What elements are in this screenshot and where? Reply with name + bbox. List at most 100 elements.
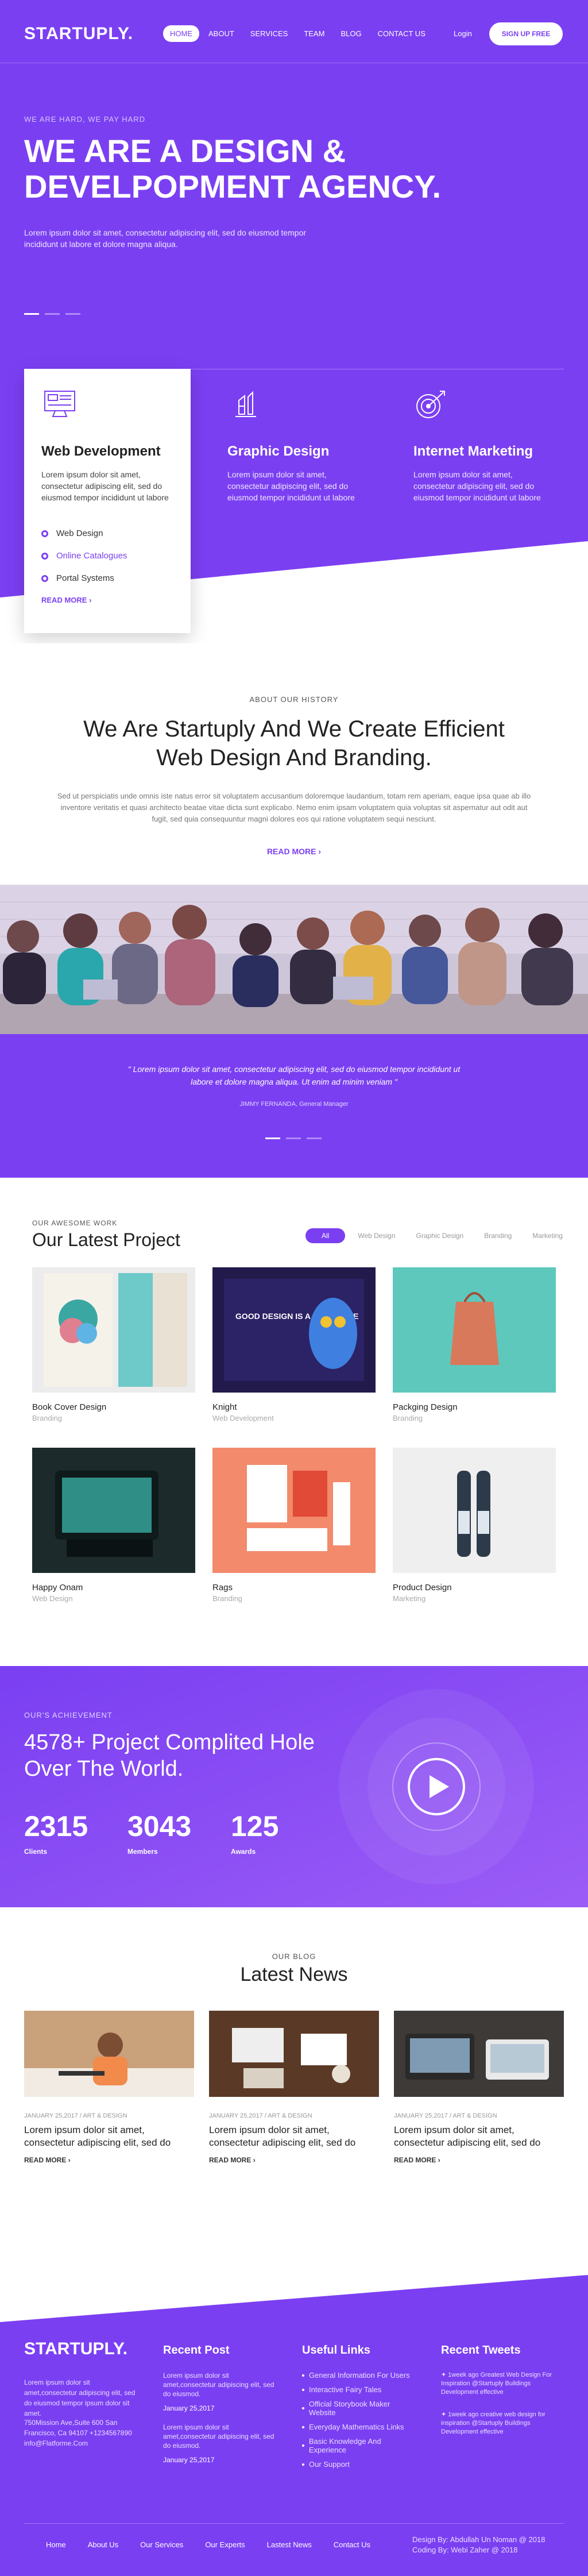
hero-section: STARTUPLY. HOME ABOUT SERVICES TEAM BLOG… <box>0 0 588 643</box>
project-image <box>393 1267 556 1393</box>
nav-contact[interactable]: CONTACT US <box>371 25 432 42</box>
footer-nav-about[interactable]: About Us <box>88 2540 118 2549</box>
filter-web-design[interactable]: Web Design <box>350 1228 403 1243</box>
post-meta: JANUARY 25,2017 / ART & DESIGN <box>209 2112 312 2119</box>
footer: STARTUPLY. Lorem ipsum dolor sit amet,co… <box>0 2275 588 2576</box>
filter-all[interactable]: All <box>305 1228 346 1243</box>
testimonial-dots <box>265 1137 322 1139</box>
slider-dot[interactable] <box>65 313 80 315</box>
footer-link[interactable]: Official Storybook Maker Website <box>302 2400 417 2417</box>
recent-post-text[interactable]: Lorem ipsum dolor sit amet,consectetur a… <box>163 2371 278 2398</box>
footer-divider <box>24 2523 564 2524</box>
footer-nav-services[interactable]: Our Services <box>140 2540 183 2549</box>
footer-nav-contact[interactable]: Contact Us <box>334 2540 370 2549</box>
footer-link[interactable]: Everyday Mathematics Links <box>302 2423 417 2431</box>
signup-button[interactable]: SIGN UP FREE <box>489 22 563 45</box>
project-card[interactable]: Packging Design Branding <box>393 1267 556 1422</box>
about-section: ABOUT OUR HISTORY We Are Startuply And W… <box>0 643 588 885</box>
about-title: We Are Startuply And We Create Efficient… <box>83 716 505 770</box>
filter-branding[interactable]: Branding <box>476 1228 520 1243</box>
nav-services[interactable]: SERVICES <box>243 25 295 42</box>
recent-post-text[interactable]: Lorem ipsum dolor sit amet,consectetur a… <box>163 2423 278 2450</box>
project-title: Book Cover Design <box>32 1402 107 1412</box>
post-read-more[interactable]: READ MORE › <box>394 2156 564 2164</box>
projects-title: Our Latest Project <box>32 1229 180 1250</box>
project-card[interactable]: Product Design Marketing <box>393 1448 556 1603</box>
footer-link[interactable]: Basic Knowledge And Experience <box>302 2437 417 2454</box>
blog-post[interactable]: JANUARY 25,2017 / ART & DESIGN Lorem ips… <box>209 2011 379 2164</box>
footer-recent-tweets: Recent Tweets ✦ 1week ago Greatest Web D… <box>441 2344 562 2450</box>
play-video-icon[interactable] <box>390 1741 482 1833</box>
project-tag: Branding <box>393 1414 423 1422</box>
about-read-more[interactable]: READ MORE › <box>0 847 588 856</box>
footer-nav-experts[interactable]: Our Experts <box>205 2540 245 2549</box>
footer-nav-home[interactable]: Home <box>46 2540 66 2549</box>
logo[interactable]: STARTUPLY. <box>24 24 133 44</box>
footer-link[interactable]: Our Support <box>302 2460 417 2469</box>
blog-section: OUR BLOG Latest News JANUARY 25,2017 / A… <box>0 1907 588 2275</box>
login-link[interactable]: Login <box>454 29 472 38</box>
slider-dot[interactable] <box>265 1137 280 1139</box>
slider-dot[interactable] <box>307 1137 322 1139</box>
project-tag: Web Design <box>32 1594 73 1603</box>
footer-link[interactable]: Interactive Fairy Tales <box>302 2385 417 2394</box>
project-card[interactable]: Book Cover Design Branding <box>32 1267 195 1422</box>
footer-nav-news[interactable]: Lastest News <box>267 2540 312 2549</box>
tweet[interactable]: ✦ 1week ago Greatest Web Design For Insp… <box>441 2371 562 2397</box>
chevron-right-icon: › <box>318 847 322 856</box>
project-title: Product Design <box>393 1583 452 1592</box>
about-text: Sed ut perspiciatis unde omnis iste natu… <box>57 792 531 823</box>
nav-team[interactable]: TEAM <box>297 25 331 42</box>
filter-graphic-design[interactable]: Graphic Design <box>408 1228 472 1243</box>
achievement-section: OUR'S ACHIEVEMENT 4578+ Project Complite… <box>0 1666 588 1907</box>
service-list-item[interactable]: Web Design <box>41 529 173 538</box>
footer-logo[interactable]: STARTUPLY. <box>24 2339 127 2359</box>
projects-kicker: OUR AWESOME WORK <box>32 1219 118 1227</box>
project-image <box>393 1448 556 1573</box>
bullet-icon <box>41 552 48 560</box>
chevron-right-icon: › <box>89 596 92 604</box>
project-card[interactable]: GOOD DESIGN IS A LANGUAGE Knight Web Dev… <box>212 1267 376 1422</box>
service-list-item[interactable]: Online Catalogues <box>41 551 173 561</box>
service-text: Lorem ipsum dolor sit amet, consectetur … <box>41 470 169 502</box>
footer-column-title: Useful Links <box>302 2344 370 2357</box>
hero-kicker: WE ARE HARD, WE PAY HARD <box>24 115 146 124</box>
project-card[interactable]: Happy Onam Web Design <box>32 1448 195 1603</box>
slider-dot[interactable] <box>286 1137 301 1139</box>
service-list: Web Design Online Catalogues Portal Syst… <box>41 529 173 583</box>
twitter-icon: ✦ <box>441 2371 448 2378</box>
nav-home[interactable]: HOME <box>163 25 199 42</box>
recent-post-date: January 25,2017 <box>163 2404 215 2412</box>
read-more-label: READ MORE <box>394 2156 436 2164</box>
blog-post[interactable]: JANUARY 25,2017 / ART & DESIGN Lorem ips… <box>24 2011 194 2164</box>
footer-credit: Design By: Abdullah Un Noman @ 2018 Codi… <box>412 2535 545 2555</box>
team-photo-image <box>0 885 588 1034</box>
project-tag: Branding <box>32 1414 63 1422</box>
chevron-right-icon: › <box>253 2156 256 2164</box>
service-card-graphic-design: Graphic Design Lorem ipsum dolor sit ame… <box>210 369 377 633</box>
footer-link[interactable]: General Information For Users <box>302 2371 417 2380</box>
service-title: Internet Marketing <box>413 444 533 459</box>
service-list-item[interactable]: Portal Systems <box>41 573 173 583</box>
footer-column-title: Recent Post <box>163 2344 230 2357</box>
testimonial-section: " Lorem ipsum dolor sit amet, consectetu… <box>0 1034 588 1178</box>
slider-dot[interactable] <box>45 313 60 315</box>
service-read-more[interactable]: READ MORE › <box>41 596 173 604</box>
blog-post[interactable]: JANUARY 25,2017 / ART & DESIGN Lorem ips… <box>394 2011 564 2164</box>
blog-image <box>209 2011 379 2097</box>
blog-image <box>24 2011 194 2097</box>
footer-column-title: Recent Tweets <box>441 2344 521 2357</box>
slider-dot[interactable] <box>24 313 39 315</box>
post-read-more[interactable]: READ MORE › <box>24 2156 194 2164</box>
post-read-more[interactable]: READ MORE › <box>209 2156 379 2164</box>
target-icon <box>416 391 445 418</box>
nav-blog[interactable]: BLOG <box>334 25 368 42</box>
slider-dots <box>24 313 80 315</box>
tweet[interactable]: ✦ 1week ago creative web design for insp… <box>441 2411 562 2436</box>
nav-about[interactable]: ABOUT <box>202 25 241 42</box>
blog-image <box>394 2011 564 2097</box>
filter-marketing[interactable]: Marketing <box>524 1228 571 1243</box>
project-card[interactable]: Rags Branding <box>212 1448 376 1603</box>
service-text: Lorem ipsum dolor sit amet, consectetur … <box>227 470 355 502</box>
blog-kicker: OUR BLOG <box>272 1952 316 1961</box>
